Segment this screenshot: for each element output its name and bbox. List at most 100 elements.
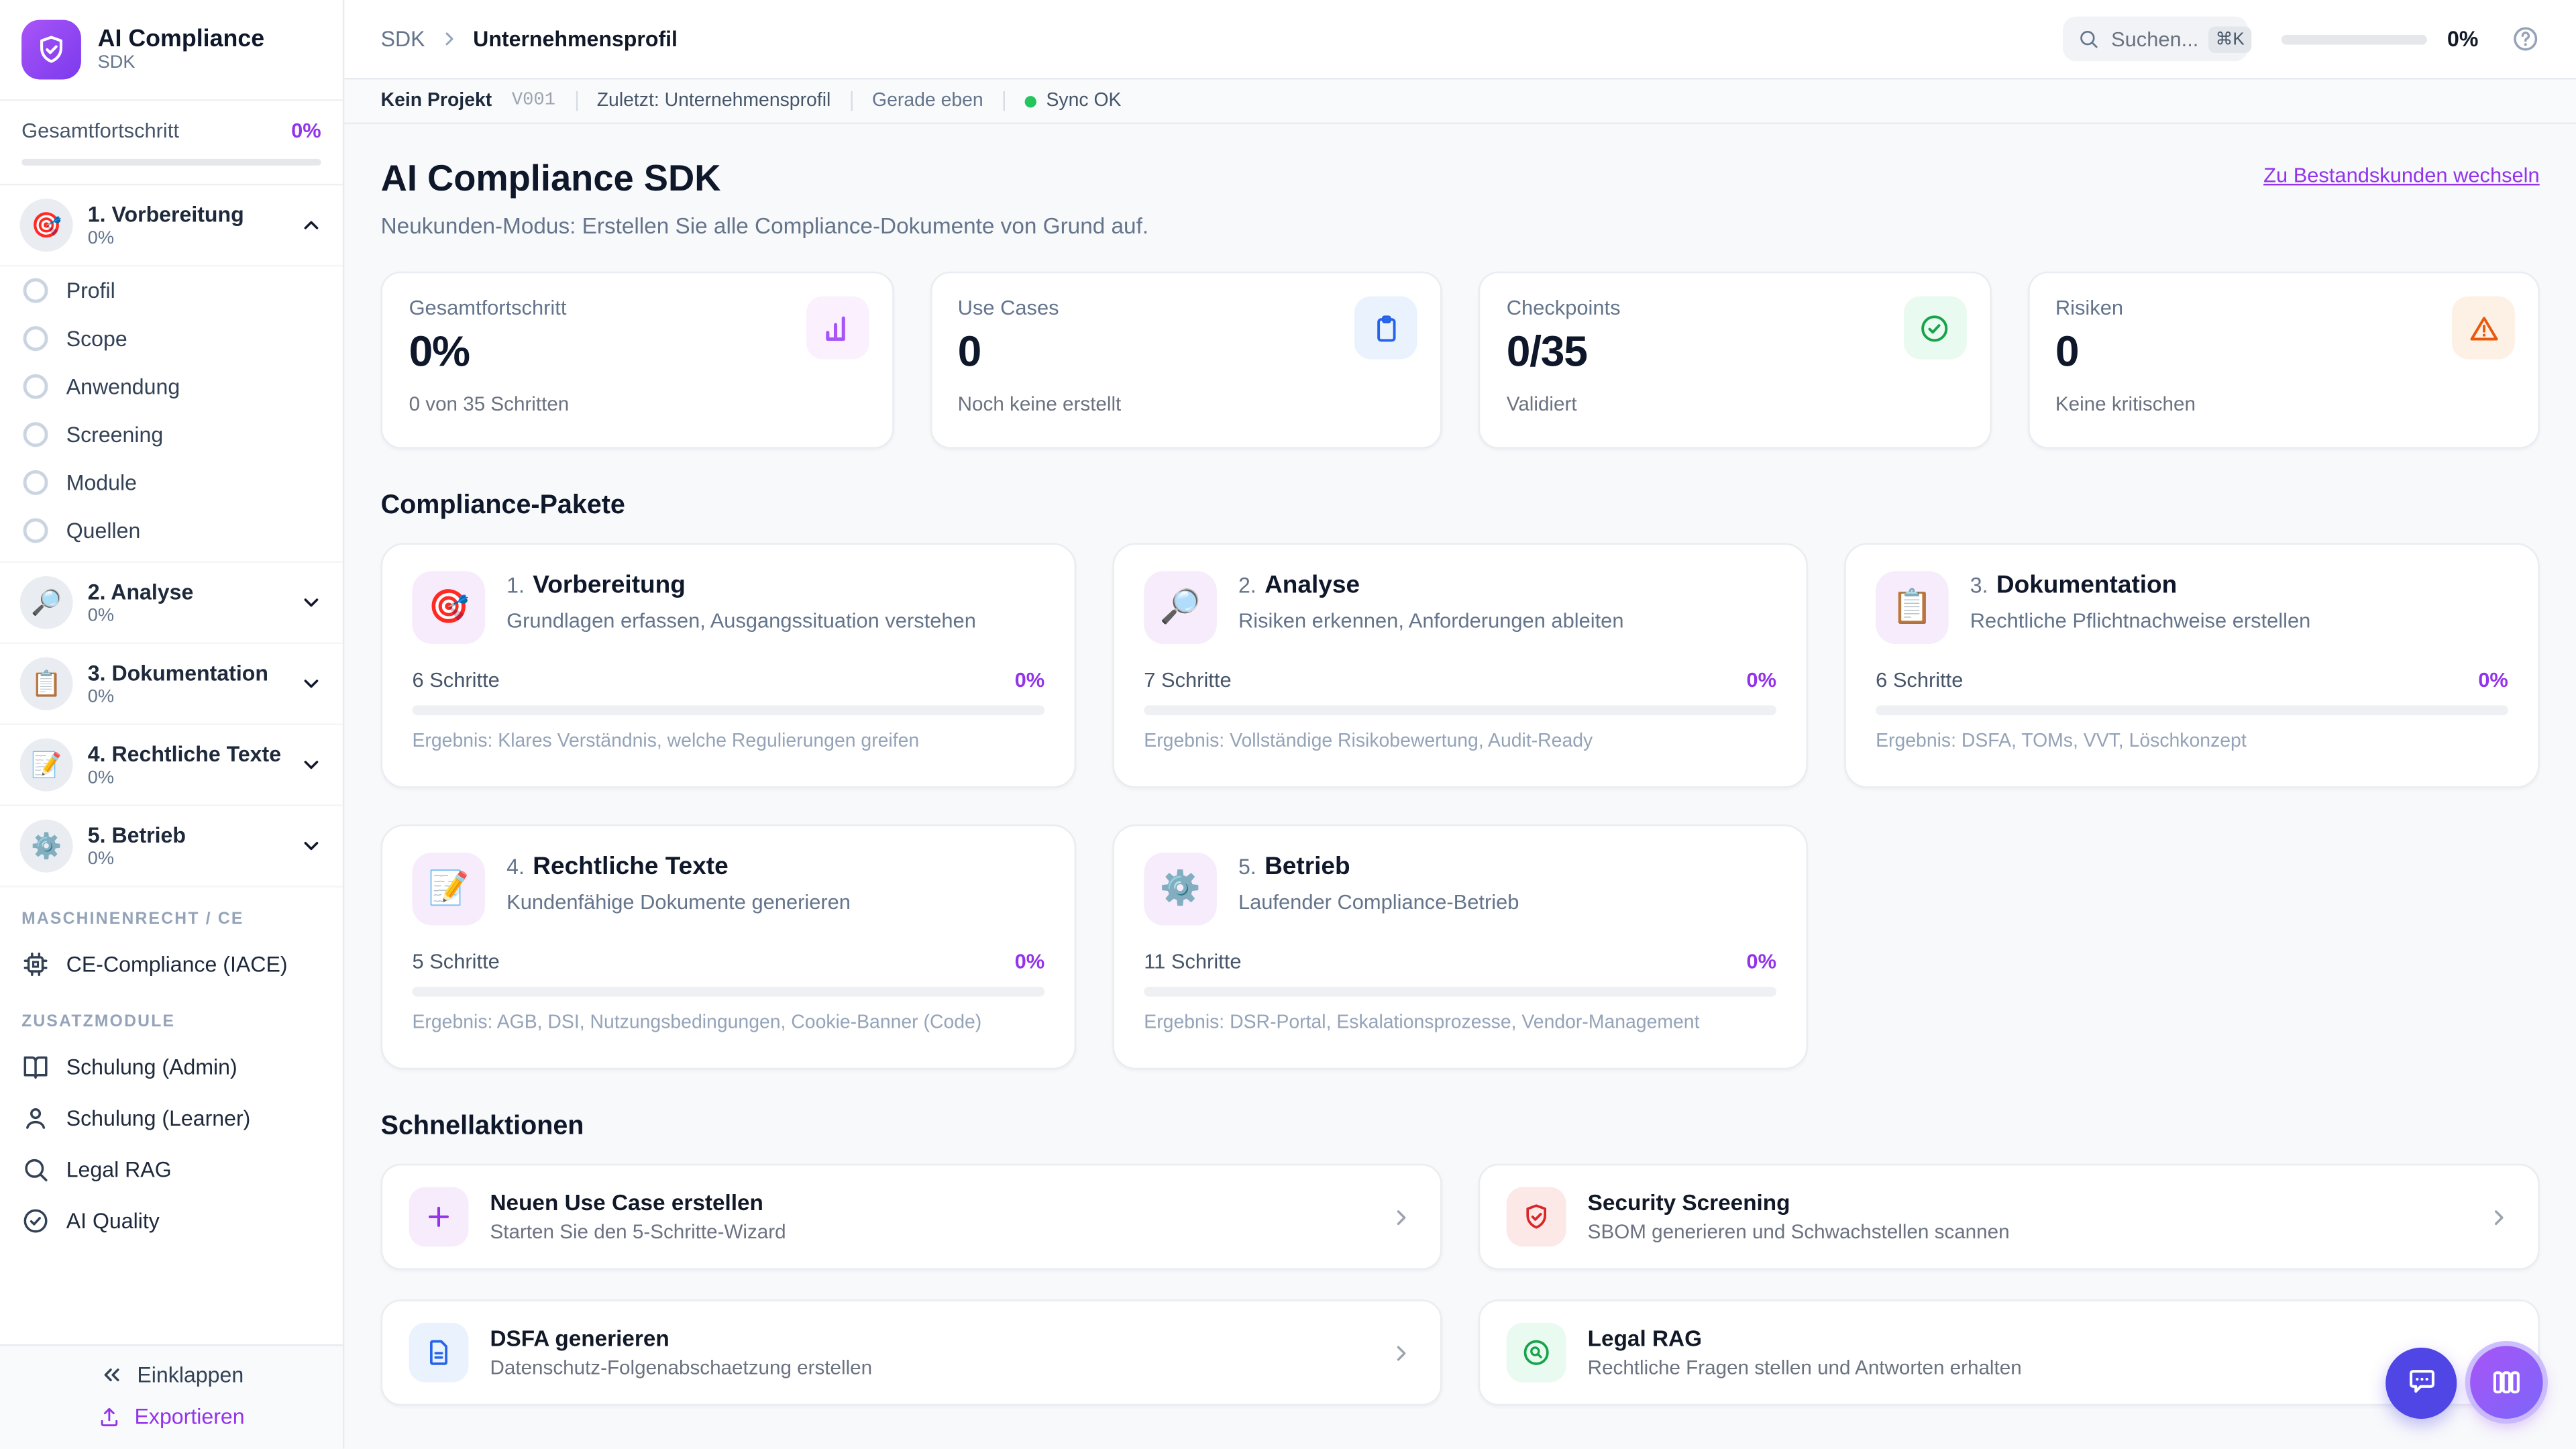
- document-icon: [409, 1322, 469, 1383]
- item-label: Legal RAG: [66, 1157, 172, 1183]
- target-emoji-icon: 🎯: [412, 571, 486, 645]
- sidebar-step-quellen[interactable]: Quellen: [0, 506, 343, 555]
- stat-value: 0: [957, 326, 982, 376]
- chevron-down-icon: [300, 835, 323, 858]
- switch-to-existing-customers-link[interactable]: Zu Bestandskunden wechseln: [2263, 164, 2540, 187]
- package-label: 3. Dokumentation: [87, 660, 268, 686]
- action-title: Security Screening: [1587, 1190, 1790, 1216]
- sidebar-overall-progress: Gesamtfortschritt 0%: [0, 101, 343, 186]
- magnifier-emoji-icon: 🔎: [1144, 571, 1217, 645]
- step-label: Screening: [66, 422, 164, 447]
- sidebar-package-dokumentation[interactable]: 📋 3. Dokumentation 0%: [0, 644, 343, 725]
- stat-caption: Validiert: [1506, 392, 1577, 416]
- app-logo[interactable]: AI Compliance SDK: [0, 0, 343, 101]
- breadcrumb-sdk[interactable]: SDK: [381, 26, 425, 51]
- package-card-rechtliche-texte[interactable]: 📝 4. Rechtliche Texte Kundenfähige Dokume…: [380, 824, 1077, 1070]
- cpu-icon: [21, 951, 50, 979]
- package-card-betrieb[interactable]: ⚙️ 5. Betrieb Laufender Compliance-Betrie…: [1112, 824, 1808, 1070]
- page-title: AI Compliance SDK: [380, 157, 721, 199]
- package-percent: 0%: [87, 228, 115, 249]
- floating-buttons: [2385, 1346, 2543, 1419]
- columns-icon: [2490, 1366, 2523, 1399]
- chat-assistant-button[interactable]: [2385, 1346, 2457, 1418]
- sidebar-step-anwendung[interactable]: Anwendung: [0, 362, 343, 411]
- stat-value: 0%: [409, 326, 471, 376]
- sync-label: Sync OK: [1046, 91, 1122, 111]
- status-bar: Kein Projekt V001 Zuletzt: Unternehmensp…: [344, 79, 2576, 125]
- sidebar-item-ce-compliance[interactable]: CE-Compliance (IACE): [0, 938, 343, 990]
- last-saved-label: Zuletzt: Unternehmensprofil: [596, 91, 831, 111]
- progress-bar: [2282, 34, 2428, 44]
- app-window: AI Compliance SDK Gesamtfortschritt 0% 🎯…: [0, 0, 2576, 1449]
- package-card-dokumentation[interactable]: 📋 3. Dokumentation Rechtliche Pflichtnach…: [1844, 543, 2540, 788]
- quick-action-legal-rag[interactable]: Legal RAG Rechtliche Fragen stellen und …: [1478, 1299, 2540, 1406]
- sidebar-item-schulung-admin[interactable]: Schulung (Admin): [0, 1041, 343, 1093]
- package-card-vorbereitung[interactable]: 🎯 1. Vorbereitung Grundlagen erfassen, Au…: [380, 543, 1077, 788]
- package-title: Vorbereitung: [533, 571, 686, 600]
- divider: [575, 91, 578, 111]
- search-input[interactable]: [2111, 27, 2198, 51]
- package-card-analyse[interactable]: 🔎 2. Analyse Risiken erkennen, Anforderun…: [1112, 543, 1808, 788]
- plus-icon: [409, 1187, 469, 1247]
- package-percent: 0%: [1746, 669, 1777, 692]
- bar-chart-icon: [805, 296, 869, 360]
- top-bar: SDK Unternehmensprofil ⌘K 0%: [344, 0, 2576, 80]
- sidebar-package-analyse[interactable]: 🔎 2. Analyse 0%: [0, 561, 343, 645]
- radio-circle-icon: [23, 374, 48, 399]
- sync-status: Sync OK: [1024, 91, 1122, 111]
- overall-progress-value: 0%: [291, 119, 321, 143]
- action-subtitle: SBOM generieren und Schwachstellen scann…: [1587, 1220, 2010, 1244]
- export-button[interactable]: Exportieren: [98, 1403, 245, 1429]
- sidebar-step-module[interactable]: Module: [0, 459, 343, 507]
- section-label-zusatzmodule: ZUSATZMODULE: [21, 1013, 176, 1032]
- package-number: 5.: [1238, 854, 1256, 879]
- memo-emoji-icon: 📝: [19, 738, 73, 792]
- progress-bar: [1876, 705, 2508, 716]
- last-saved-time: Gerade eben: [872, 91, 983, 111]
- sidebar-package-vorbereitung[interactable]: 🎯 1. Vorbereitung 0%: [0, 185, 343, 267]
- sync-ok-dot-icon: [1024, 95, 1036, 107]
- stat-label: Gesamtfortschritt: [409, 296, 567, 320]
- sidebar-step-scope[interactable]: Scope: [0, 315, 343, 363]
- package-title: Analyse: [1265, 571, 1360, 600]
- package-result: Ergebnis: DSFA, TOMs, VVT, Löschkonzept: [1876, 731, 2247, 752]
- action-subtitle: Rechtliche Fragen stellen und Antworten …: [1587, 1356, 2022, 1379]
- stat-caption: 0 von 35 Schritten: [409, 392, 570, 416]
- divider: [850, 91, 853, 111]
- package-steps: 11 Schritte: [1144, 950, 1242, 974]
- sidebar-package-betrieb[interactable]: ⚙️ 5. Betrieb 0%: [0, 806, 343, 888]
- sidebar-item-ai-quality[interactable]: AI Quality: [0, 1195, 343, 1247]
- packages-section-title: Compliance-Pakete: [380, 491, 625, 520]
- sidebar-package-rechtliche-texte[interactable]: 📝 4. Rechtliche Texte 0%: [0, 725, 343, 806]
- export-label: Exportieren: [134, 1403, 245, 1429]
- quick-action-security-screening[interactable]: Security Screening SBOM generieren und S…: [1478, 1163, 2540, 1270]
- stat-label: Use Cases: [957, 296, 1059, 320]
- stat-label: Risiken: [2055, 296, 2124, 320]
- quick-action-dsfa-generieren[interactable]: DSFA generieren Datenschutz-Folgenabscha…: [380, 1299, 1442, 1406]
- collapse-sidebar-button[interactable]: Einklappen: [99, 1362, 244, 1387]
- sidebar-footer: Einklappen Exportieren: [0, 1344, 343, 1449]
- sidebar-step-profil[interactable]: Profil: [0, 266, 343, 315]
- package-number: 1.: [506, 572, 525, 598]
- step-label: Scope: [66, 326, 127, 352]
- search-box[interactable]: ⌘K: [2063, 16, 2251, 62]
- app-name: AI Compliance: [97, 25, 265, 53]
- keyboard-shortcut-badge: ⌘K: [2208, 25, 2251, 52]
- stat-value: 0/35: [1506, 326, 1588, 376]
- sidebar-item-legal-rag[interactable]: Legal RAG: [0, 1144, 343, 1195]
- chevron-right-icon: [2487, 1204, 2512, 1229]
- step-label: Quellen: [66, 518, 141, 543]
- stat-card-use-cases: Use Cases 0 Noch keine erstellt: [929, 271, 1442, 449]
- help-icon[interactable]: [2512, 25, 2540, 53]
- search-icon: [21, 1156, 50, 1184]
- sidebar-step-screening[interactable]: Screening: [0, 411, 343, 459]
- sidebar-item-schulung-learner[interactable]: Schulung (Learner): [0, 1093, 343, 1144]
- quick-actions-grid: Neuen Use Case erstellen Starten Sie den…: [380, 1163, 2540, 1406]
- book-icon: [21, 1053, 50, 1081]
- search-circle-icon: [1506, 1322, 1566, 1383]
- package-description: Rechtliche Pflichtnachweise erstellen: [1970, 609, 2311, 633]
- board-view-button[interactable]: [2470, 1346, 2543, 1419]
- packages-grid: 🎯 1. Vorbereitung Grundlagen erfassen, Au…: [380, 543, 2540, 1070]
- quick-action-new-use-case[interactable]: Neuen Use Case erstellen Starten Sie den…: [380, 1163, 1442, 1270]
- stat-value: 0: [2055, 326, 2080, 376]
